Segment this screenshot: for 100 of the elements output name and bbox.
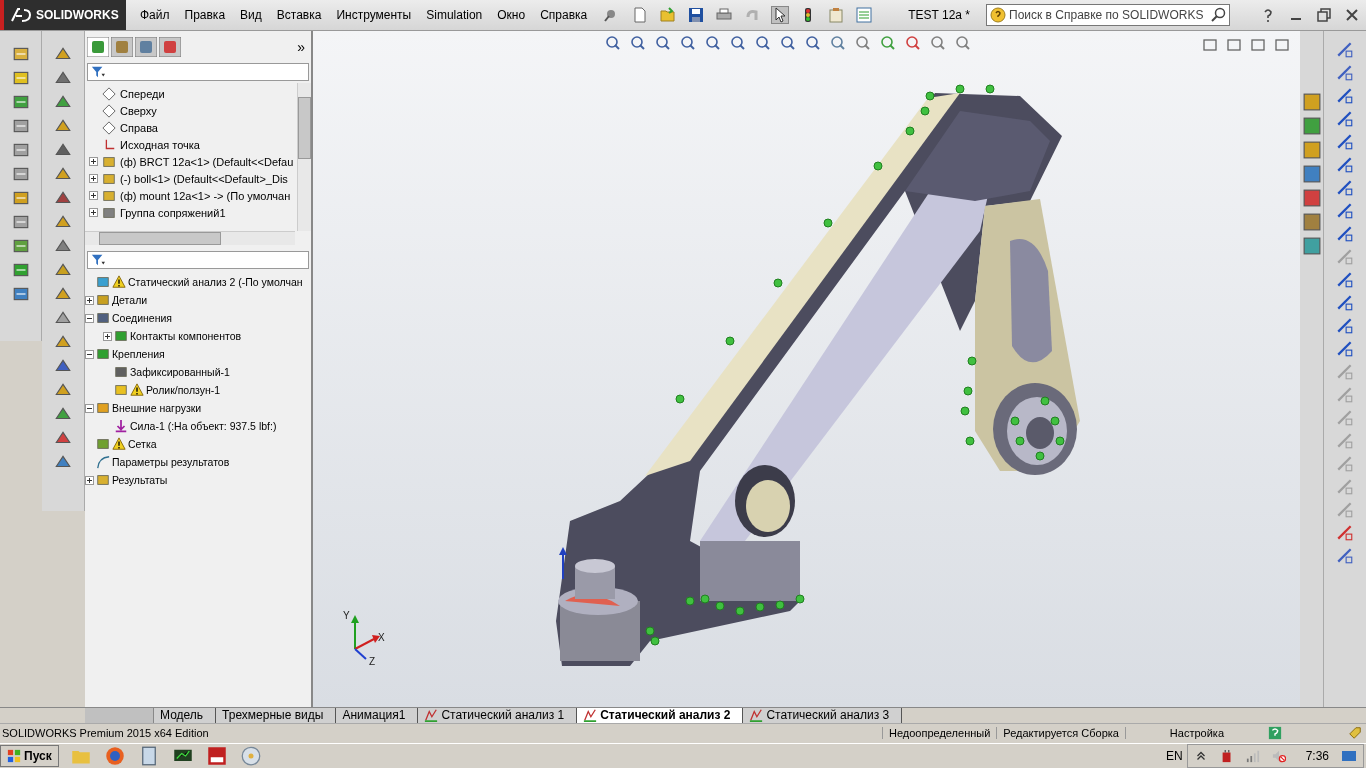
view-tool-icon[interactable] xyxy=(855,35,871,51)
tree-item[interactable]: Группа сопряжений1 xyxy=(120,206,226,219)
menu-item[interactable]: Справка xyxy=(540,8,588,22)
document-tab[interactable]: Модель xyxy=(154,708,217,723)
graphics-area[interactable]: Y X Z xyxy=(313,31,1300,707)
tree-item[interactable]: Крепления xyxy=(112,348,165,360)
sketch-tool-icon[interactable] xyxy=(1336,317,1354,335)
tree-item[interactable]: Параметры результатов xyxy=(112,456,230,468)
viewport-window-icon[interactable] xyxy=(1202,37,1218,53)
tool-icon[interactable] xyxy=(11,117,30,135)
view-tool-icon[interactable] xyxy=(830,35,846,51)
view-tool-icon[interactable] xyxy=(955,35,971,51)
sketch-tool-icon[interactable] xyxy=(1336,110,1354,128)
checklist-icon[interactable] xyxy=(856,7,873,23)
tree-item[interactable]: Контакты компонентов xyxy=(130,330,242,342)
document-tab[interactable]: Анимация1 xyxy=(336,708,419,723)
tool-icon[interactable] xyxy=(11,69,30,87)
close-icon[interactable] xyxy=(1344,7,1360,23)
document-tab[interactable]: Статический анализ 2 xyxy=(577,708,744,723)
clock[interactable]: 7:36 xyxy=(1305,748,1329,763)
tree-item[interactable]: Спереди xyxy=(120,87,165,100)
tree-item[interactable]: Зафиксированный-1 xyxy=(130,366,230,378)
filter-field[interactable] xyxy=(87,63,309,81)
expander-icon[interactable] xyxy=(85,295,94,305)
tree-item[interactable]: Ролик/ползун-1 xyxy=(146,384,221,396)
sketch-tool-icon[interactable] xyxy=(1336,294,1354,312)
panel-tab[interactable] xyxy=(159,37,181,57)
tree-item[interactable]: Детали xyxy=(112,294,148,306)
expander-icon[interactable] xyxy=(89,191,98,200)
tool-icon[interactable] xyxy=(11,213,30,231)
browser-icon[interactable] xyxy=(104,745,125,766)
sketch-tool-icon[interactable] xyxy=(1336,87,1354,105)
start-button[interactable]: Пуск xyxy=(0,744,59,767)
menu-item[interactable]: Вставка xyxy=(276,8,322,22)
save-icon[interactable] xyxy=(688,7,705,23)
language-indicator[interactable]: EN xyxy=(1165,748,1183,763)
horizontal-scrollbar[interactable] xyxy=(85,231,295,245)
task-pane-tab-icon[interactable] xyxy=(1302,165,1321,183)
menu-item[interactable]: Окно xyxy=(497,8,526,22)
view-tool-icon[interactable] xyxy=(630,35,646,51)
tool-icon[interactable] xyxy=(11,237,30,255)
view-tool-icon[interactable] xyxy=(805,35,821,51)
view-tool-icon[interactable] xyxy=(655,35,671,51)
expander-icon[interactable] xyxy=(89,208,98,217)
tree-item[interactable]: Статический анализ 2 (-По умолчан xyxy=(128,276,303,288)
sketch-tool-icon[interactable] xyxy=(1336,547,1354,565)
task-pane-tab-icon[interactable] xyxy=(1302,237,1321,255)
tree-item[interactable]: Сила-1 (:На объект: 937.5 lbf:) xyxy=(130,420,277,432)
tool-icon[interactable] xyxy=(11,285,30,303)
task-pane-tab-icon[interactable] xyxy=(1302,117,1321,135)
tree-item[interactable]: (ф) BRCT 12a<1> (Default<<Defau xyxy=(120,155,294,168)
sketch-tool-icon[interactable] xyxy=(1336,524,1354,542)
vertical-scrollbar[interactable] xyxy=(297,83,311,231)
task-pane-tab-icon[interactable] xyxy=(1302,141,1321,159)
tree-item[interactable]: Сверху xyxy=(120,104,157,117)
sketch-tool-icon[interactable] xyxy=(1336,340,1354,358)
tree-item[interactable]: Справа xyxy=(120,121,158,134)
task-pane-tab-icon[interactable] xyxy=(1302,213,1321,231)
sketch-tool-icon[interactable] xyxy=(1336,64,1354,82)
task-pane-tab-icon[interactable] xyxy=(1302,93,1321,111)
menu-item[interactable]: Файл xyxy=(140,8,170,22)
view-tool-icon[interactable] xyxy=(905,35,921,51)
pointer-icon[interactable] xyxy=(772,7,789,23)
search-icon[interactable] xyxy=(1210,7,1227,23)
document-tab[interactable]: Статический анализ 3 xyxy=(743,708,903,723)
viewport-window-icon[interactable] xyxy=(1226,37,1242,53)
document-tab[interactable]: Трехмерные виды xyxy=(216,708,337,723)
filter-field[interactable] xyxy=(87,251,309,269)
tool-icon[interactable] xyxy=(11,93,30,111)
sketch-tool-icon[interactable] xyxy=(1336,156,1354,174)
task-pane-tab-icon[interactable] xyxy=(1302,189,1321,207)
tool-icon[interactable] xyxy=(11,261,30,279)
view-tool-icon[interactable] xyxy=(730,35,746,51)
tree-item[interactable]: Соединения xyxy=(112,312,172,324)
document-tab[interactable]: Статический анализ 1 xyxy=(418,708,578,723)
menu-item[interactable]: Инструменты xyxy=(336,8,412,22)
expander-icon[interactable] xyxy=(89,174,98,183)
disc-icon[interactable] xyxy=(240,745,261,766)
new-document-icon[interactable] xyxy=(632,7,649,23)
view-tool-icon[interactable] xyxy=(930,35,946,51)
view-tool-icon[interactable] xyxy=(755,35,771,51)
tree-item[interactable]: Сетка xyxy=(128,438,157,450)
sketch-tool-icon[interactable] xyxy=(1336,225,1354,243)
expander-icon[interactable] xyxy=(85,475,94,485)
tool-icon[interactable] xyxy=(11,189,30,207)
open-folder-icon[interactable] xyxy=(660,7,677,23)
sketch-tool-icon[interactable] xyxy=(1336,179,1354,197)
menu-item[interactable]: Simulation xyxy=(426,8,483,22)
tree-item[interactable]: Внешние нагрузки xyxy=(112,402,202,414)
clipboard-icon[interactable] xyxy=(828,7,845,23)
sketch-tool-icon[interactable] xyxy=(1336,133,1354,151)
help-search-field[interactable]: Поиск в Справке по SOLIDWORKS xyxy=(986,4,1231,26)
tree-item[interactable]: (ф) mount 12a<1> -> (По умолчан xyxy=(120,189,291,202)
view-tool-icon[interactable] xyxy=(680,35,696,51)
viewport-window-icon[interactable] xyxy=(1250,37,1266,53)
signal-icon[interactable] xyxy=(1245,748,1260,763)
tree-item[interactable]: Результаты xyxy=(112,474,168,486)
expander-icon[interactable] xyxy=(103,331,112,341)
sketch-tool-icon[interactable] xyxy=(1336,271,1354,289)
view-tool-icon[interactable] xyxy=(880,35,896,51)
